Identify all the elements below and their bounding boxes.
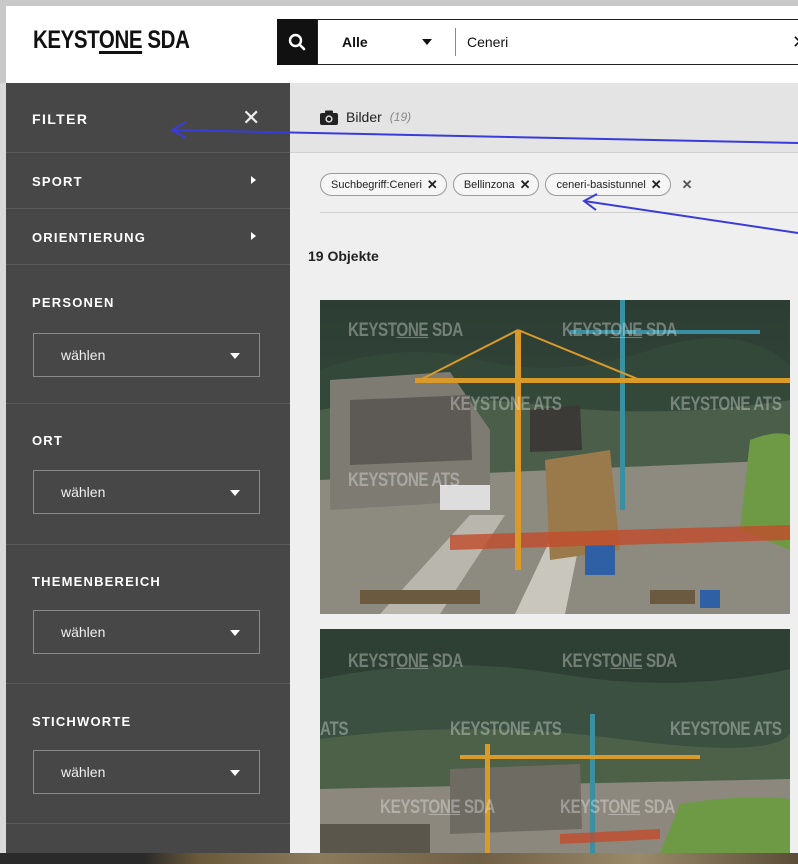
chevron-down-icon: [422, 39, 432, 45]
chips-divider: [320, 212, 798, 213]
filter-group-ort: ORT wählen: [6, 404, 290, 545]
keystone-sda-logo[interactable]: KEYSTONE SDA: [33, 26, 190, 55]
watermark: KEYSTONE SDA: [348, 651, 463, 672]
media-tabbar: Bilder (19): [290, 83, 798, 153]
chevron-right-icon: [251, 176, 256, 184]
search-input[interactable]: [467, 20, 767, 64]
filter-row-label: ORIENTIERUNG: [32, 230, 147, 245]
search-category-select[interactable]: Alle: [342, 20, 432, 64]
select-value: wählen: [61, 484, 106, 500]
filter-group-stichworte: STICHWORTE wählen: [6, 684, 290, 824]
filter-chip[interactable]: Suchbegriff:Ceneri ✕: [320, 173, 447, 196]
chip-label: ceneri-basistunnel: [556, 178, 646, 191]
watermark: ATS: [320, 719, 349, 740]
filter-group-personen: PERSONEN wählen: [6, 265, 290, 404]
filter-row-sport[interactable]: SPORT: [6, 153, 290, 209]
result-photo[interactable]: KEYSTONE SDA KEYSTONE SDA ATS KEYSTONE A…: [320, 629, 790, 853]
watermark: KEYSTONE SDA: [560, 797, 675, 818]
watermark: KEYSTONE SDA: [562, 651, 677, 672]
filter-sidebar: FILTER ✕ SPORT ORIENTIERUNG PERSONEN wäh…: [6, 83, 290, 853]
active-filters: Suchbegriff:Ceneri ✕ Bellinzona ✕ ceneri…: [320, 173, 698, 196]
filter-group-label: THEMENBEREICH: [32, 574, 161, 589]
tab-count: (19): [389, 110, 412, 124]
results-panel: Bilder (19) Suchbegriff:Ceneri ✕ Bellinz…: [290, 83, 798, 853]
tab-label: Bilder: [346, 109, 382, 125]
filter-group-label: STICHWORTE: [32, 714, 132, 729]
themenbereich-select[interactable]: wählen: [33, 610, 260, 654]
filter-group-label: PERSONEN: [32, 295, 115, 310]
chevron-down-icon: [230, 770, 240, 776]
watermark: KEYSTONE SDA: [562, 320, 677, 341]
filter-title: FILTER: [32, 111, 89, 127]
chevron-down-icon: [230, 630, 240, 636]
personen-select[interactable]: wählen: [33, 333, 260, 377]
select-value: wählen: [61, 347, 106, 363]
filter-row-orientierung[interactable]: ORIENTIERUNG: [6, 209, 290, 265]
camera-icon: [320, 110, 338, 125]
remove-chip-icon[interactable]: ✕: [520, 177, 531, 193]
watermark: KEYSTONE ATS: [670, 394, 782, 415]
search-icon: [288, 33, 306, 51]
search-bar: Alle ✕: [317, 19, 798, 65]
filter-group-label: ORT: [32, 433, 64, 448]
watermark: KEYSTONE SDA: [348, 320, 463, 341]
construction-site-image: [320, 300, 790, 614]
ort-select[interactable]: wählen: [33, 470, 260, 514]
chevron-right-icon: [251, 232, 256, 240]
stichworte-select[interactable]: wählen: [33, 750, 260, 794]
watermark: KEYSTONE ATS: [450, 394, 562, 415]
chip-label: Suchbegriff:Ceneri: [331, 178, 422, 191]
remove-chip-icon[interactable]: ✕: [427, 177, 438, 193]
result-photo[interactable]: KEYSTONE SDA KEYSTONE SDA KEYSTONE ATS K…: [320, 300, 790, 614]
top-header: KEYSTONE SDA Alle ✕: [0, 0, 798, 83]
chevron-down-icon: [230, 490, 240, 496]
watermark: KEYSTONE SDA: [380, 797, 495, 818]
close-filter-icon[interactable]: ✕: [242, 105, 260, 131]
results-count: 19 Objekte: [308, 248, 379, 264]
filter-chip-overflow[interactable]: ✕: [677, 173, 698, 196]
remove-chip-icon[interactable]: ✕: [651, 177, 662, 193]
watermark: KEYSTONE ATS: [348, 470, 460, 491]
search-divider: [455, 28, 456, 56]
tab-bilder[interactable]: Bilder (19): [320, 109, 411, 125]
watermark: KEYSTONE ATS: [670, 719, 782, 740]
filter-chip[interactable]: Bellinzona ✕: [452, 173, 540, 196]
filter-group-themenbereich: THEMENBEREICH wählen: [6, 545, 290, 684]
filter-header: FILTER ✕: [6, 83, 290, 153]
clear-search-icon[interactable]: ✕: [792, 32, 798, 53]
select-value: wählen: [61, 624, 106, 640]
select-value: wählen: [61, 764, 106, 780]
chevron-down-icon: [230, 353, 240, 359]
filter-chip[interactable]: ceneri-basistunnel ✕: [545, 173, 671, 196]
chip-label: Bellinzona: [463, 178, 515, 191]
search-category-value: Alle: [342, 34, 368, 50]
watermark: KEYSTONE ATS: [450, 719, 562, 740]
filter-row-label: SPORT: [32, 174, 83, 189]
remove-chip-icon[interactable]: ✕: [682, 177, 693, 193]
search-button[interactable]: [277, 19, 317, 65]
bottom-strip: [0, 853, 798, 864]
